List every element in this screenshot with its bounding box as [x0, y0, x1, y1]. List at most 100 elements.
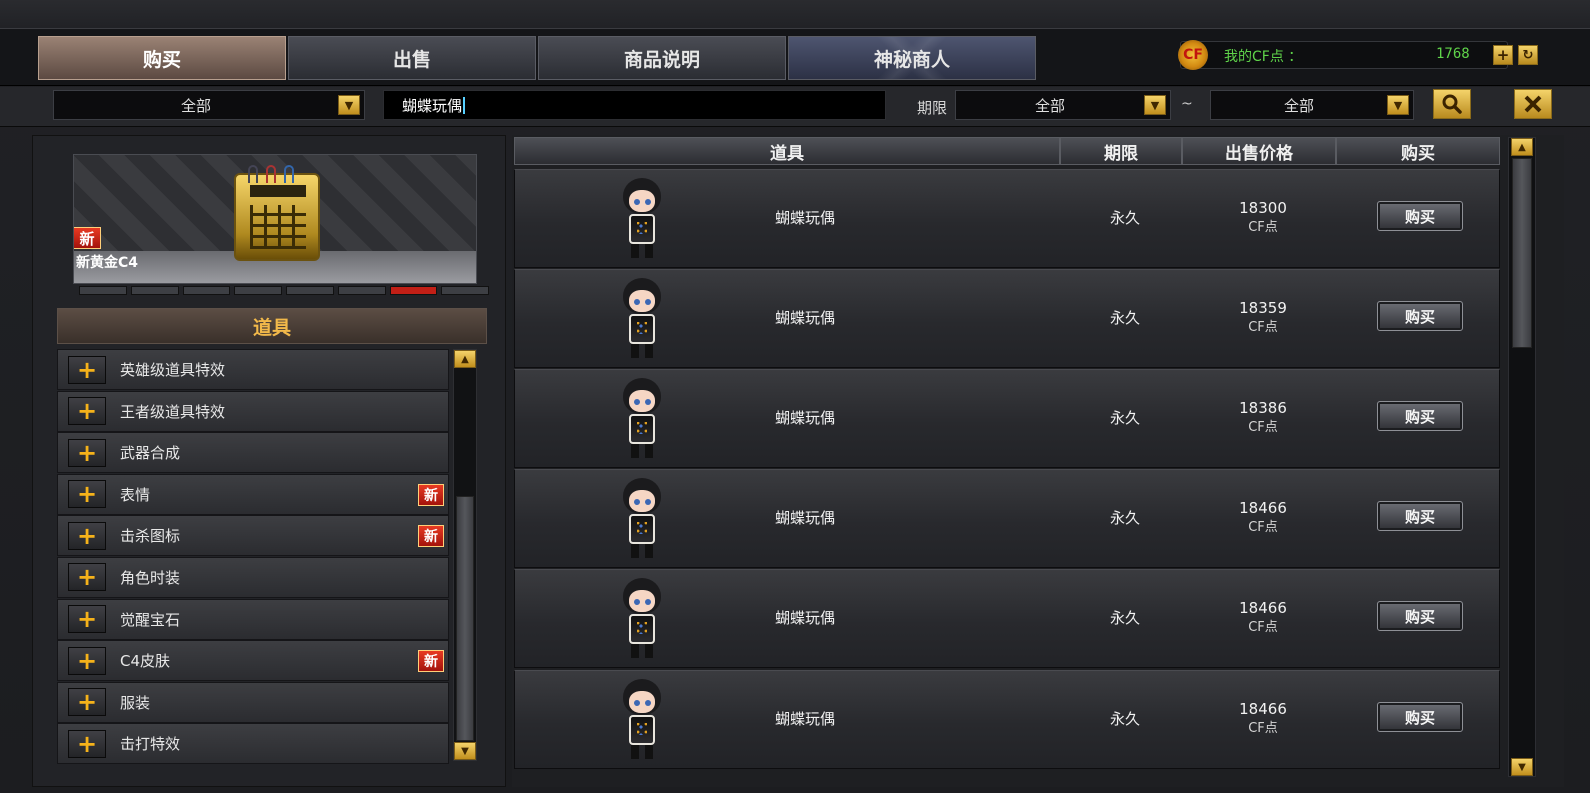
category-panel: 新 新黄金C4 道具 + 英雄级道具特效 + 王者级道具特效 + 武器合成 + 表情 新 …: [32, 135, 506, 787]
buy-button[interactable]: 购买: [1377, 601, 1463, 631]
category-item[interactable]: + 服装: [57, 681, 449, 723]
scroll-down-icon[interactable]: ▼: [1511, 758, 1533, 776]
period-from-select[interactable]: 全部 ▼: [955, 90, 1171, 120]
category-item[interactable]: + 英雄级道具特效: [57, 349, 449, 390]
buy-button[interactable]: 购买: [1377, 201, 1463, 231]
pager-dot[interactable]: [182, 286, 231, 295]
tab-sell[interactable]: 出售: [288, 36, 536, 80]
doll-eye: [645, 299, 651, 305]
plus-icon[interactable]: +: [68, 688, 106, 717]
price-unit: CF点: [1248, 320, 1278, 335]
category-label: C4皮肤: [120, 652, 171, 671]
category-item[interactable]: + 击杀图标 新: [57, 515, 449, 557]
scroll-down-icon[interactable]: ▼: [454, 742, 476, 760]
add-cf-button[interactable]: +: [1493, 45, 1513, 65]
chevron-down-icon[interactable]: ▼: [1387, 95, 1409, 115]
category-label: 英雄级道具特效: [120, 361, 226, 379]
category-item[interactable]: + 表情 新: [57, 473, 449, 515]
scroll-thumb[interactable]: [1512, 158, 1532, 348]
doll-eye: [634, 399, 640, 405]
tab-buy[interactable]: 购买: [38, 36, 286, 80]
pager-dot-active[interactable]: [389, 286, 438, 295]
item-name: 蝴蝶玩偶: [774, 710, 835, 728]
pager-dot[interactable]: [286, 286, 334, 295]
doll-legs: [631, 745, 653, 759]
scroll-up-icon[interactable]: ▲: [454, 350, 476, 368]
cf-points-value: 1768: [1436, 46, 1470, 62]
plus-icon[interactable]: +: [68, 563, 106, 592]
tab-item-description[interactable]: 商品说明: [538, 36, 786, 80]
buy-button[interactable]: 购买: [1377, 401, 1463, 431]
pager-dot[interactable]: [337, 286, 386, 295]
category-select[interactable]: 全部 ▼: [53, 90, 365, 120]
doll-eye: [645, 199, 651, 205]
price-value: 18359: [1239, 299, 1287, 317]
buy-button[interactable]: 购买: [1377, 501, 1463, 531]
buy-button[interactable]: 购买: [1377, 702, 1463, 732]
c4-wire: [266, 165, 276, 183]
plus-icon[interactable]: +: [68, 397, 106, 426]
plus-icon[interactable]: +: [68, 605, 106, 634]
pager-dot[interactable]: [79, 286, 127, 295]
category-item[interactable]: + 击打特效: [57, 723, 449, 765]
table-row[interactable]: 蝴蝶玩偶 永久 18466 CF点 购买: [514, 569, 1500, 668]
plus-icon[interactable]: +: [68, 480, 106, 509]
column-header-price: 出售价格: [1182, 137, 1336, 165]
category-label: 武器合成: [120, 444, 181, 463]
doll-face: [629, 590, 655, 612]
table-row[interactable]: 蝴蝶玩偶 永久 18466 CF点 购买: [514, 469, 1500, 568]
showcase-pager: [79, 286, 489, 296]
magnifier-icon: [1442, 94, 1462, 114]
period-to-select[interactable]: 全部 ▼: [1210, 90, 1414, 120]
column-header-item: 道具: [514, 137, 1060, 165]
top-bar: 购买 出售 商品说明 神秘商人 CF 我的CF点 ： 1768 + ↻: [0, 28, 1590, 86]
featured-item-showcase[interactable]: 新 新黄金C4: [73, 154, 477, 284]
plus-icon[interactable]: +: [68, 438, 106, 467]
table-row[interactable]: 蝴蝶玩偶 永久 18300 CF点 购买: [514, 169, 1500, 268]
category-item[interactable]: + 王者级道具特效: [57, 390, 449, 432]
table-row[interactable]: 蝴蝶玩偶 永久 18466 CF点 购买: [514, 670, 1500, 769]
column-header-period: 期限: [1060, 137, 1182, 165]
category-item[interactable]: + 角色时装: [57, 556, 449, 598]
period-range-separator: ~: [1181, 96, 1193, 112]
buy-button[interactable]: 购买: [1377, 301, 1463, 331]
pager-dot[interactable]: [130, 286, 179, 295]
plus-icon[interactable]: +: [68, 521, 106, 550]
plus-icon[interactable]: +: [68, 355, 106, 384]
item-table-scrollbar[interactable]: ▲ ▼: [1508, 137, 1536, 777]
plus-icon[interactable]: +: [68, 729, 106, 758]
doll-eye: [645, 399, 651, 405]
plus-icon: +: [1496, 46, 1510, 64]
doll-body: [629, 614, 655, 644]
period-to-value: 全部: [1283, 96, 1314, 115]
doll-item-image: [615, 178, 671, 260]
category-scrollbar[interactable]: ▲ ▼: [453, 349, 477, 761]
category-label: 服装: [120, 693, 151, 712]
item-period: 永久: [1109, 609, 1140, 627]
category-item[interactable]: + 武器合成: [57, 432, 449, 474]
doll-legs: [631, 544, 653, 558]
tab-mystery-merchant[interactable]: 神秘商人: [788, 36, 1036, 80]
search-input[interactable]: 蝴蝶玩偶: [383, 90, 886, 120]
shop-window: 购买 出售 商品说明 神秘商人 CF 我的CF点 ： 1768 + ↻ 全部 ▼…: [0, 0, 1590, 793]
scroll-thumb[interactable]: [456, 496, 474, 741]
chevron-down-icon[interactable]: ▼: [1144, 95, 1166, 115]
item-table: 道具 期限 出售价格 购买 蝴蝶玩偶 永久 18300 CF点 购买 蝴蝶玩偶 永…: [512, 135, 1564, 787]
close-button[interactable]: [1514, 89, 1552, 119]
pager-dot[interactable]: [234, 286, 282, 295]
pager-dot[interactable]: [441, 286, 489, 295]
new-badge: 新: [74, 227, 101, 249]
chevron-down-icon[interactable]: ▼: [338, 95, 360, 115]
category-item[interactable]: + 觉醒宝石: [57, 598, 449, 640]
table-row[interactable]: 蝴蝶玩偶 永久 18359 CF点 购买: [514, 269, 1500, 368]
table-row[interactable]: 蝴蝶玩偶 永久 18386 CF点 购买: [514, 369, 1500, 468]
category-item[interactable]: + C4皮肤 新: [57, 640, 449, 682]
scroll-up-icon[interactable]: ▲: [1511, 138, 1533, 156]
search-button[interactable]: [1433, 89, 1471, 119]
c4-screen: [250, 185, 306, 197]
plus-icon[interactable]: +: [68, 646, 106, 675]
refresh-cf-button[interactable]: ↻: [1518, 45, 1538, 65]
doll-face: [629, 390, 655, 412]
price-unit: CF点: [1248, 721, 1278, 736]
doll-legs: [631, 644, 653, 658]
